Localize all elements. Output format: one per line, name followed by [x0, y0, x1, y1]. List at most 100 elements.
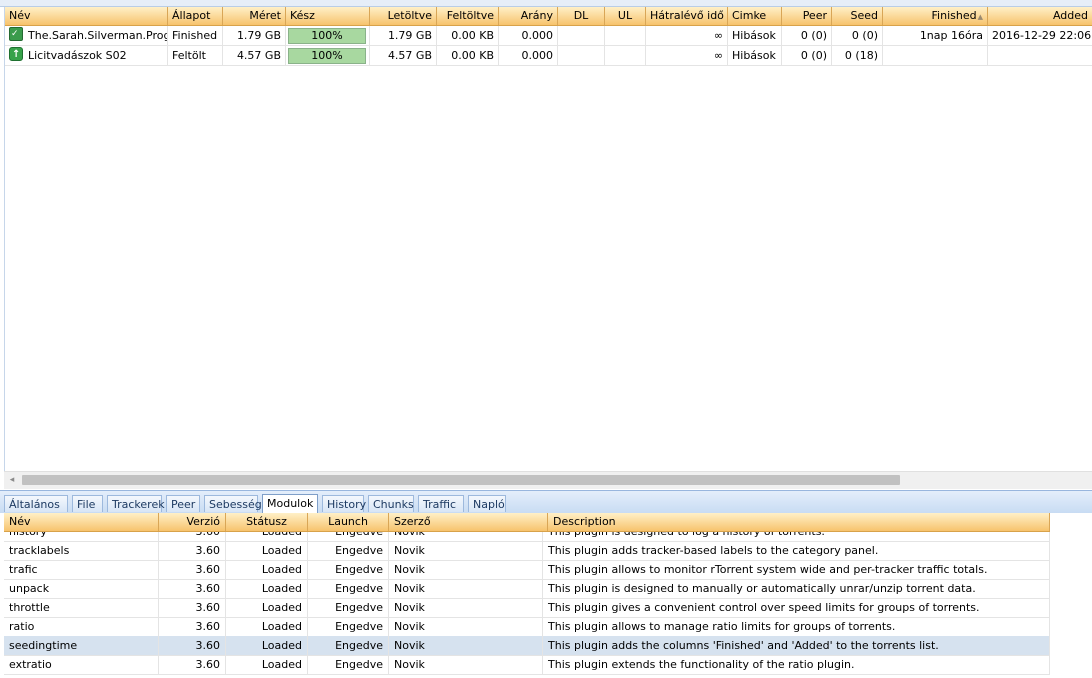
col-header-name[interactable]: Név: [5, 7, 168, 25]
tab-log[interactable]: Napló: [468, 495, 506, 512]
plugin-author: Novik: [389, 636, 543, 655]
plugin-description: This plugin is designed to manually or a…: [543, 579, 1050, 598]
torrent-seed: 0 (0): [832, 26, 883, 45]
torrent-size: 4.57 GB: [223, 46, 286, 65]
plugin-name: extratio: [4, 655, 159, 674]
plugin-row[interactable]: extratio 3.60 Loaded Engedve Novik This plugi…: [4, 655, 1050, 675]
plugin-row[interactable]: throttle 3.60 Loaded Engedve Novik This plugi…: [4, 598, 1050, 618]
torrent-uploaded: 0.00 KB: [437, 26, 499, 45]
plugin-author: Novik: [389, 579, 543, 598]
scroll-left-arrow-icon[interactable]: ◂: [7, 475, 17, 485]
plugin-description: This plugin extends the functionality of…: [543, 655, 1050, 674]
col-header-author[interactable]: Szerző: [389, 513, 548, 531]
col-header-ul[interactable]: UL: [605, 7, 646, 25]
col-header-seed[interactable]: Seed: [832, 7, 883, 25]
col-header-downloaded[interactable]: Letöltve: [370, 7, 437, 25]
details-tab-bar: Általános File Trackerek Peer Sebesség M…: [0, 490, 1092, 513]
torrent-state: Feltölt: [168, 46, 223, 65]
col-header-size[interactable]: Méret: [223, 7, 286, 25]
torrent-seed: 0 (18): [832, 46, 883, 65]
torrent-name-cell: Licitvadászok S02: [5, 46, 168, 65]
col-header-ratio[interactable]: Arány: [499, 7, 558, 25]
torrent-downloaded: 1.79 GB: [370, 26, 437, 45]
sort-ascending-icon: ▲: [977, 13, 983, 21]
col-header-dl[interactable]: DL: [558, 7, 605, 25]
col-header-finished-label: Finished: [931, 9, 977, 22]
scrollbar-thumb[interactable]: [22, 475, 900, 485]
tab-speed[interactable]: Sebesség: [204, 495, 262, 512]
plugin-name: ratio: [4, 617, 159, 636]
plugin-launch: Engedve: [308, 617, 389, 636]
col-header-finished[interactable]: Finished▲: [883, 7, 988, 25]
plugin-version: 3.60: [159, 541, 226, 560]
col-header-status[interactable]: Státusz: [226, 513, 308, 531]
col-header-eta[interactable]: Hátralévő idő: [646, 7, 728, 25]
col-header-launch[interactable]: Launch: [308, 513, 389, 531]
plugins-table: Név Verzió Státusz Launch Szerző Descrip…: [4, 513, 1050, 678]
torrent-finished: [883, 46, 988, 65]
col-header-plugin-name[interactable]: Név: [4, 513, 159, 531]
plugin-description: This plugin adds the columns 'Finished' …: [543, 636, 1050, 655]
tab-general[interactable]: Általános: [4, 495, 68, 512]
plugin-launch: Engedve: [308, 655, 389, 674]
plugin-row[interactable]: tracklabels 3.60 Loaded Engedve Novik This pl…: [4, 541, 1050, 561]
col-header-version[interactable]: Verzió: [159, 513, 226, 531]
col-header-description[interactable]: Description: [548, 513, 1050, 531]
tab-plugins[interactable]: Modulok: [262, 494, 318, 513]
plugin-version: 3.60: [159, 532, 226, 541]
tab-history[interactable]: History: [322, 495, 366, 512]
col-header-peer[interactable]: Peer: [782, 7, 832, 25]
torrent-ul: [605, 26, 646, 45]
plugin-status: Loaded: [226, 655, 308, 674]
plugin-description: This plugin allows to manage ratio limit…: [543, 617, 1050, 636]
torrent-dl: [558, 26, 605, 45]
tab-peers[interactable]: Peer: [166, 495, 200, 512]
torrent-state: Finished: [168, 26, 223, 45]
torrent-done-cell: 100%: [286, 26, 370, 45]
horizontal-scrollbar[interactable]: ◂: [4, 471, 1092, 489]
plugin-status: Loaded: [226, 532, 308, 541]
plugin-description: This plugin is designed to log a history…: [543, 532, 1050, 541]
plugin-description: This plugin allows to monitor rTorrent s…: [543, 560, 1050, 579]
torrent-ratio: 0.000: [499, 26, 558, 45]
plugin-name: throttle: [4, 598, 159, 617]
col-header-state[interactable]: Állapot: [168, 7, 223, 25]
col-header-label[interactable]: Cimke: [728, 7, 782, 25]
plugin-version: 3.60: [159, 617, 226, 636]
plugin-row[interactable]: trafic 3.60 Loaded Engedve Novik This plugin …: [4, 560, 1050, 580]
plugin-status: Loaded: [226, 636, 308, 655]
tab-traffic[interactable]: Traffic: [418, 495, 464, 512]
plugin-author: Novik: [389, 532, 543, 541]
plugin-launch: Engedve: [308, 636, 389, 655]
col-header-done[interactable]: Kész: [286, 7, 370, 25]
plugin-row[interactable]: unpack 3.60 Loaded Engedve Novik This plugin …: [4, 579, 1050, 599]
plugin-status: Loaded: [226, 598, 308, 617]
plugin-row[interactable]: ratio 3.60 Loaded Engedve Novik This plugin a…: [4, 617, 1050, 637]
torrent-eta: ∞: [646, 46, 728, 65]
plugin-version: 3.60: [159, 636, 226, 655]
seeding-up-arrow-icon: [9, 46, 23, 64]
torrent-row[interactable]: Licitvadászok S02 Feltölt 4.57 GB 100% 4…: [5, 46, 1092, 66]
plugin-launch: Engedve: [308, 541, 389, 560]
tab-file[interactable]: File: [72, 495, 103, 512]
plugin-launch: Engedve: [308, 598, 389, 617]
torrent-label: Hibások: [728, 26, 782, 45]
torrent-row[interactable]: The.Sarah.Silverman.Progra Finished 1.79…: [5, 26, 1092, 46]
tab-trackers[interactable]: Trackerek: [107, 495, 165, 512]
torrent-list-header: Név Állapot Méret Kész Letöltve Feltöltv…: [5, 7, 1092, 26]
plugin-name: tracklabels: [4, 541, 159, 560]
torrent-ratio: 0.000: [499, 46, 558, 65]
plugin-version: 3.60: [159, 560, 226, 579]
tab-chunks[interactable]: Chunks: [368, 495, 414, 512]
col-header-added[interactable]: Added: [988, 7, 1092, 25]
plugin-name: seedingtime: [4, 636, 159, 655]
plugin-launch: Engedve: [308, 579, 389, 598]
plugin-launch: Engedve: [308, 532, 389, 541]
col-header-uploaded[interactable]: Feltöltve: [437, 7, 499, 25]
torrent-peer: 0 (0): [782, 26, 832, 45]
plugin-status: Loaded: [226, 541, 308, 560]
torrent-label: Hibások: [728, 46, 782, 65]
plugin-author: Novik: [389, 541, 543, 560]
plugin-row[interactable]: seedingtime 3.60 Loaded Engedve Novik This pl…: [4, 636, 1050, 656]
plugin-author: Novik: [389, 598, 543, 617]
